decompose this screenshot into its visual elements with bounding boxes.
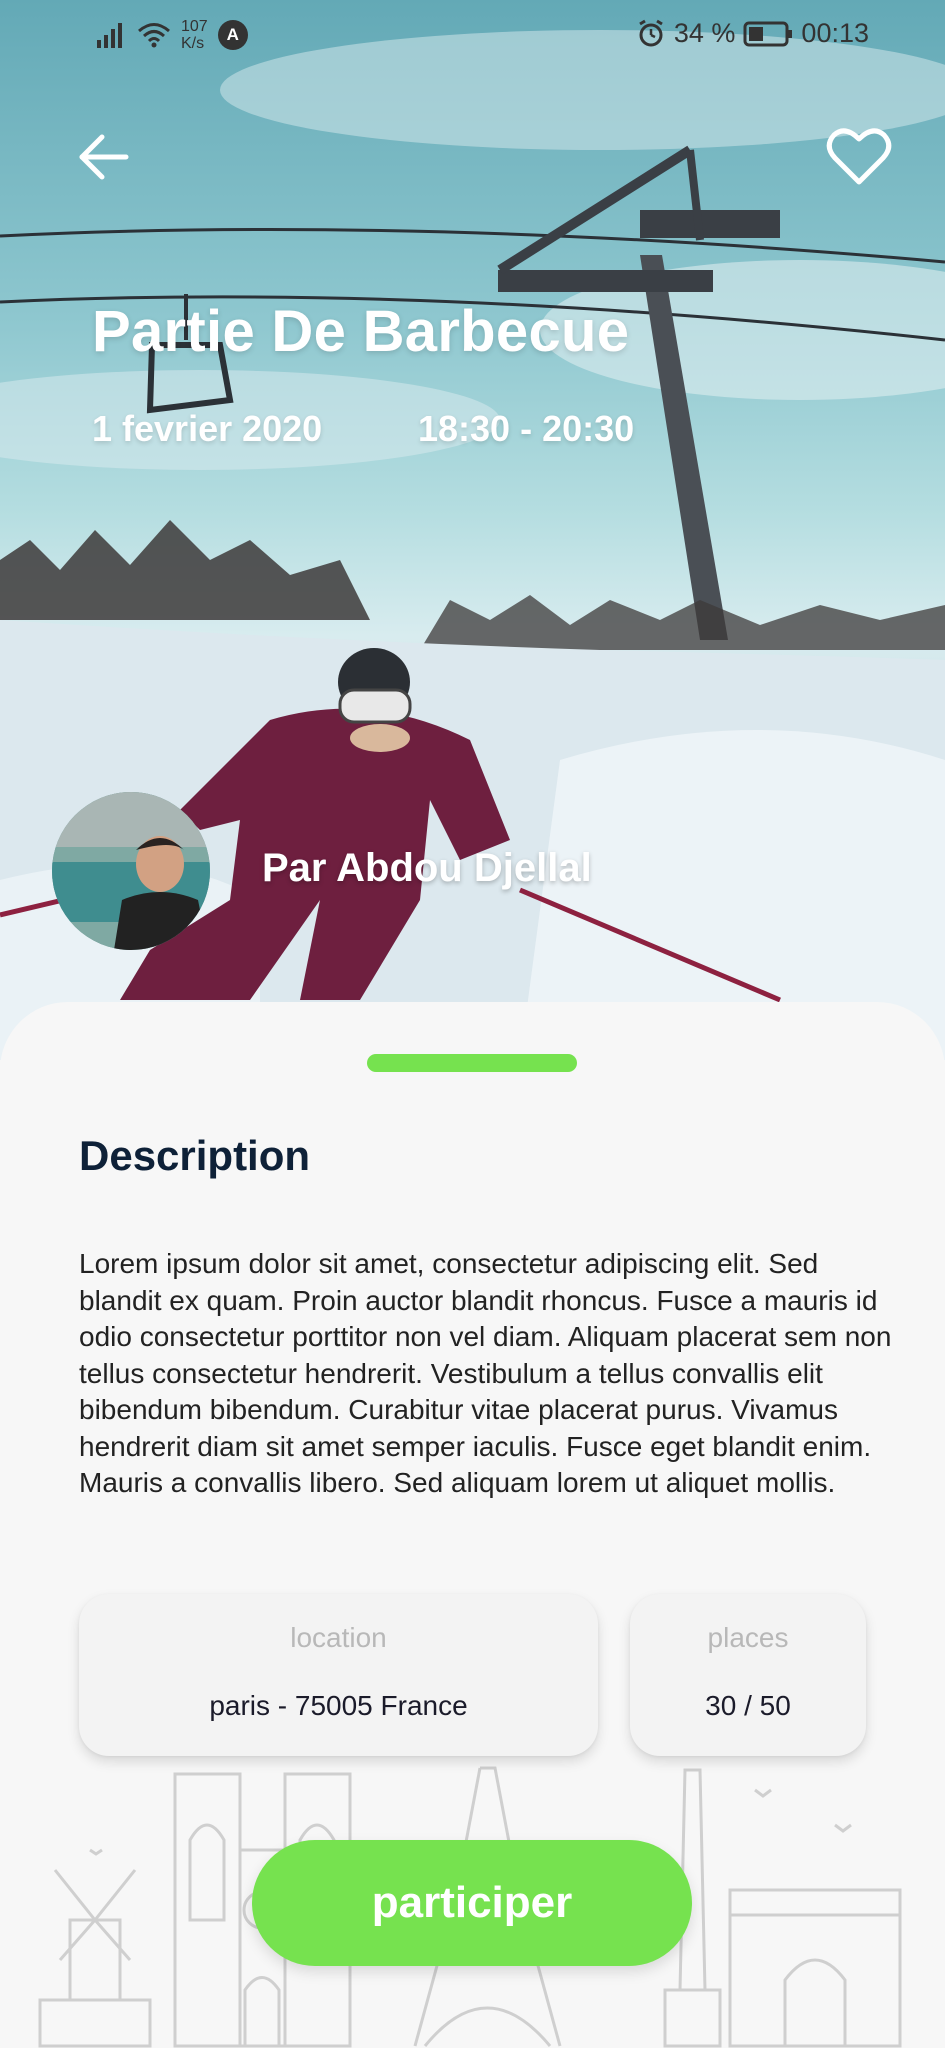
favorite-button[interactable] [826, 126, 892, 188]
details-sheet: Description Lorem ipsum dolor sit amet, … [0, 1002, 945, 2048]
sheet-drag-handle[interactable] [367, 1054, 577, 1072]
description-text: Lorem ipsum dolor sit amet, consectetur … [79, 1248, 892, 1498]
battery-percent: 34 % [673, 18, 736, 48]
organizer-name: Par Abdou Djellal [262, 846, 592, 890]
network-speed: 107 K/s [181, 18, 208, 52]
location-card[interactable]: location paris - 75005 France [79, 1594, 598, 1756]
signal-icon [97, 23, 122, 48]
clock: 00:13 [801, 18, 869, 48]
alarm-icon [639, 19, 663, 46]
location-value: paris - 75005 France [209, 1690, 468, 1721]
event-time: 18:30 - 20:30 [418, 408, 635, 449]
arrow-left-icon [79, 134, 129, 180]
status-bar: 107 K/s A 34 % 00:13 [0, 0, 945, 75]
heart-outline-icon [826, 128, 892, 185]
back-button[interactable] [78, 130, 132, 184]
description-heading: Description [79, 1132, 311, 1179]
location-label: location [290, 1622, 387, 1653]
wifi-icon [138, 23, 170, 48]
network-speed-value: 107 [181, 18, 208, 35]
status-left: 107 K/s A [95, 18, 248, 52]
participate-button[interactable]: participer [252, 1840, 692, 1966]
battery-icon [743, 21, 793, 46]
status-right: 34 % 00:13 [636, 18, 869, 49]
places-value: 30 / 50 [705, 1690, 791, 1721]
avatar-photo [52, 792, 210, 950]
assistant-badge: A [217, 20, 248, 50]
network-speed-unit: K/s [181, 35, 205, 52]
event-title: Partie De Barbecue [92, 299, 630, 364]
places-card: places 30 / 50 [630, 1594, 866, 1756]
hero-image: 107 K/s A 34 % 00:13 Partie De Barbecue … [0, 0, 945, 1060]
organizer-avatar[interactable] [52, 792, 210, 950]
event-date: 1 fevrier 2020 [92, 408, 323, 449]
places-label: places [707, 1622, 789, 1653]
